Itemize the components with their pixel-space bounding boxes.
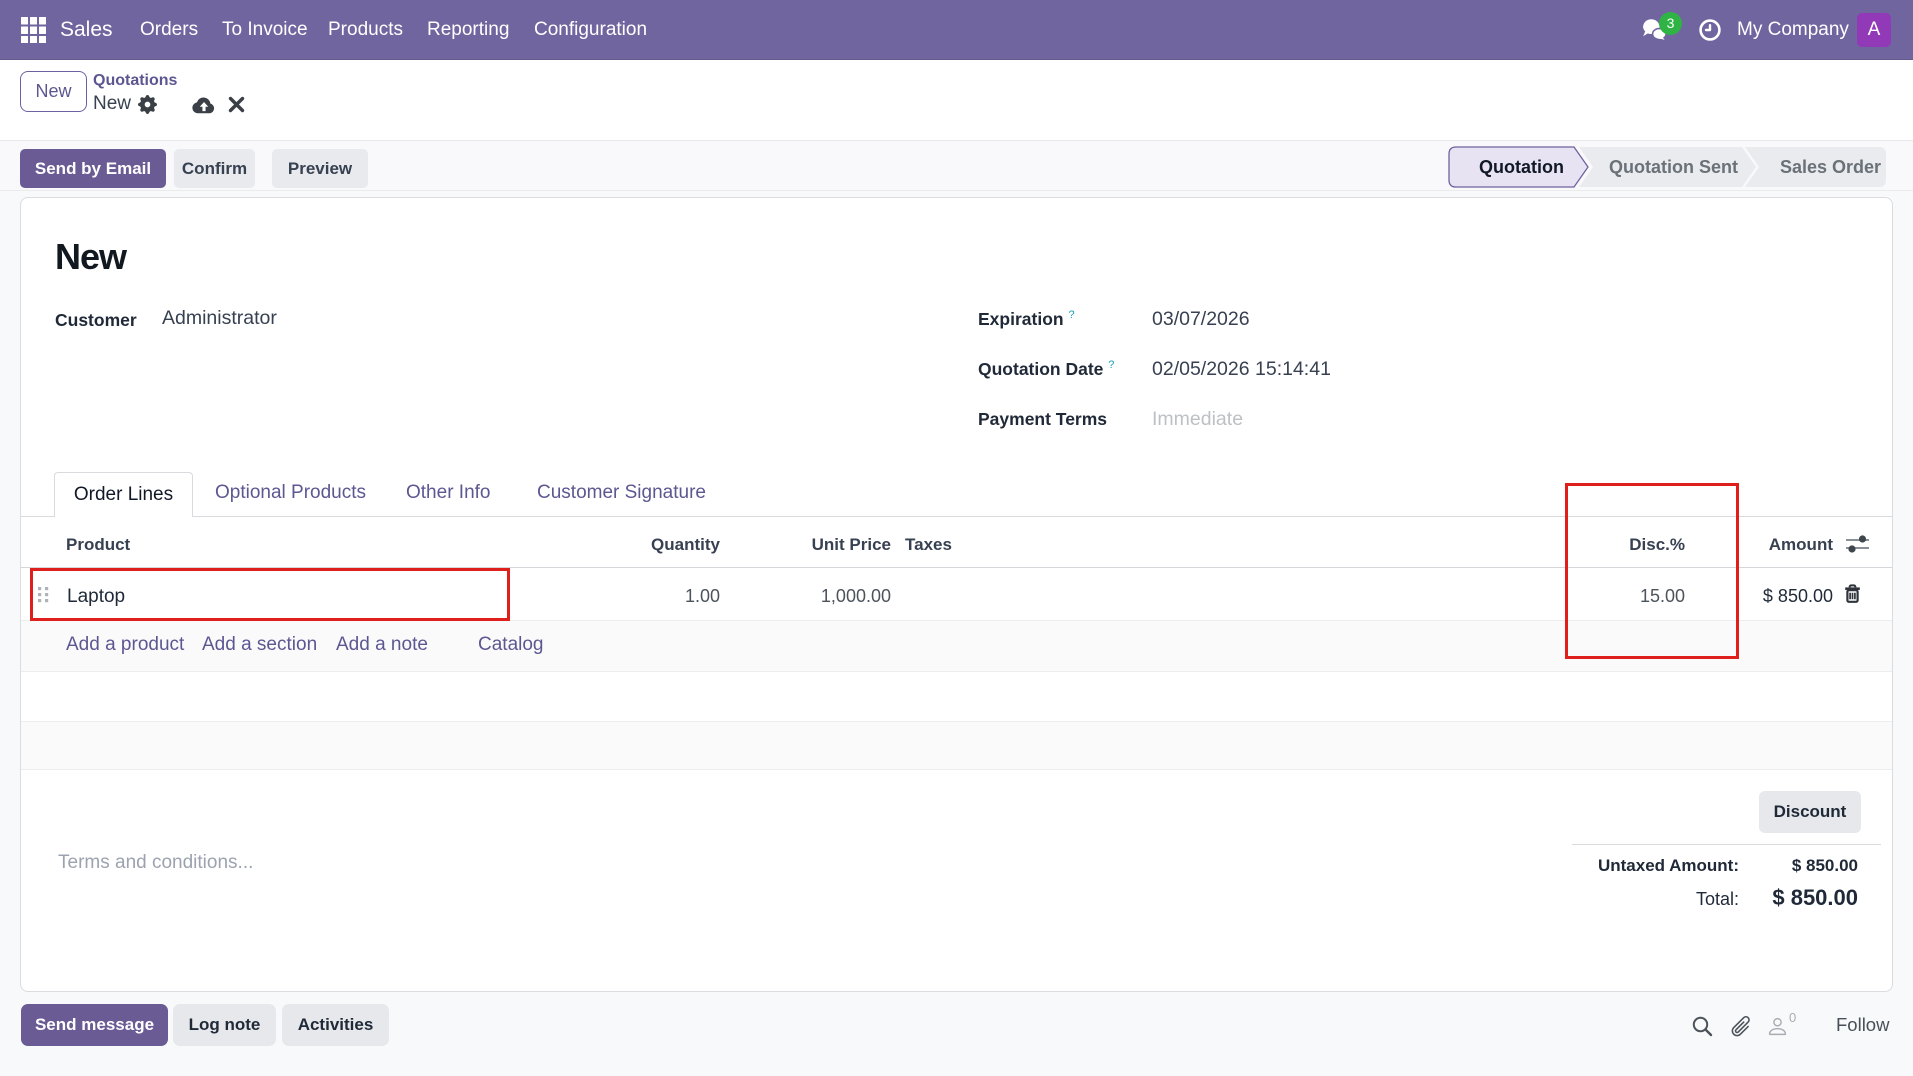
- svg-text:Quotation Sent: Quotation Sent: [1609, 157, 1738, 177]
- svg-text:Quotation: Quotation: [1479, 157, 1564, 177]
- svg-text:Sales Order: Sales Order: [1780, 157, 1881, 177]
